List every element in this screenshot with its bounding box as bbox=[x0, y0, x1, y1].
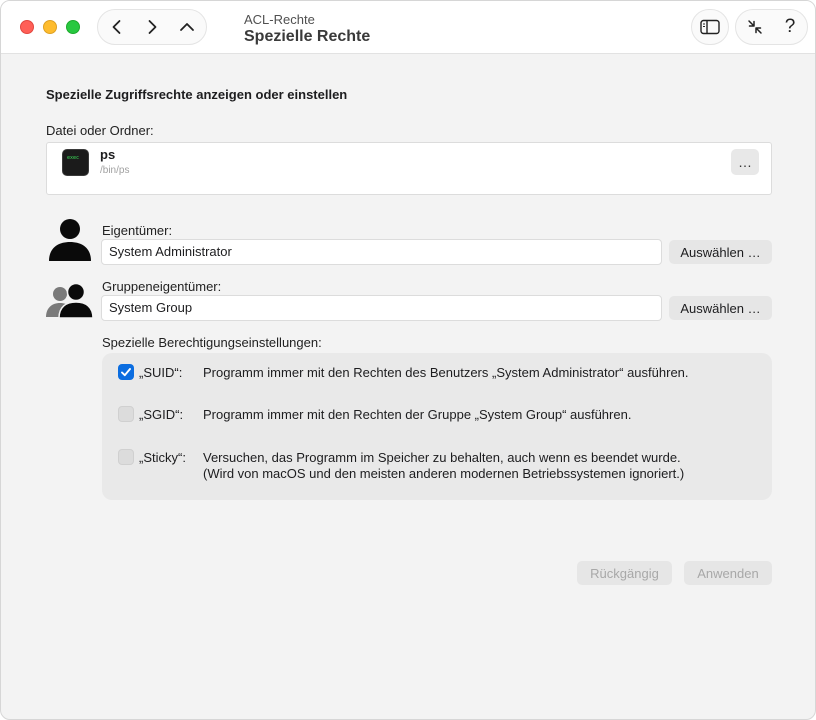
window-title: Spezielle Rechte bbox=[244, 28, 371, 45]
choose-file-button[interactable]: … bbox=[731, 149, 759, 175]
sgid-description: Programm immer mit den Rechten der Grupp… bbox=[203, 407, 632, 422]
apply-button[interactable]: Anwenden bbox=[684, 561, 772, 585]
suid-description: Programm immer mit den Rechten des Benut… bbox=[203, 365, 689, 380]
chevron-right-icon bbox=[148, 20, 157, 34]
back-button[interactable] bbox=[100, 10, 134, 44]
terminal-exec-icon: exec bbox=[62, 149, 89, 176]
group-icon bbox=[46, 283, 94, 319]
window-subtitle: ACL-Rechte bbox=[244, 12, 315, 27]
minimize-window-button[interactable] bbox=[43, 20, 57, 34]
app-window: ACL-Rechte Spezielle Rechte ? Spezielle … bbox=[0, 0, 816, 720]
section-heading: Spezielle Zugriffsrechte anzeigen oder e… bbox=[46, 87, 348, 102]
close-window-button[interactable] bbox=[20, 20, 34, 34]
collapse-arrows-icon bbox=[748, 20, 762, 34]
forward-button[interactable] bbox=[135, 10, 169, 44]
revert-button[interactable]: Rückgängig bbox=[577, 561, 672, 585]
sticky-description: Versuchen, das Programm im Speicher zu b… bbox=[203, 450, 681, 465]
sidebar-icon bbox=[700, 19, 720, 35]
owner-field[interactable]: System Administrator bbox=[101, 239, 662, 265]
select-group-button[interactable]: Auswählen … bbox=[669, 296, 772, 320]
toolbar-group-right: ? bbox=[735, 9, 808, 45]
group-field[interactable]: System Group bbox=[101, 295, 662, 321]
special-permissions-panel: „SUID“: Programm immer mit den Rechten d… bbox=[102, 353, 772, 500]
title-bar: ACL-Rechte Spezielle Rechte ? bbox=[1, 1, 815, 54]
user-icon bbox=[49, 219, 91, 261]
help-button[interactable]: ? bbox=[772, 10, 808, 44]
up-button[interactable] bbox=[170, 10, 204, 44]
sgid-checkbox[interactable] bbox=[118, 406, 134, 422]
select-owner-button[interactable]: Auswählen … bbox=[669, 240, 772, 264]
sidebar-toggle-button[interactable] bbox=[691, 9, 729, 45]
file-box: exec ps /bin/ps … bbox=[46, 142, 772, 195]
navigation-group bbox=[97, 9, 207, 45]
file-icon-text: exec bbox=[67, 155, 80, 161]
suid-checkbox[interactable] bbox=[118, 364, 134, 380]
sticky-description-note: (Wird von macOS und den meisten anderen … bbox=[203, 466, 685, 481]
sticky-label: „Sticky“: bbox=[139, 450, 186, 465]
collapse-button[interactable] bbox=[737, 10, 773, 44]
special-permissions-label: Spezielle Berechtigungseinstellungen: bbox=[102, 335, 322, 350]
owner-label: Eigentümer: bbox=[102, 223, 173, 238]
suid-label: „SUID“: bbox=[139, 365, 183, 380]
chevron-left-icon bbox=[112, 20, 121, 34]
file-label: Datei oder Ordner: bbox=[46, 123, 154, 138]
chevron-up-icon bbox=[180, 23, 194, 31]
file-path: /bin/ps bbox=[100, 165, 130, 176]
group-label: Gruppeneigentümer: bbox=[102, 279, 222, 294]
zoom-window-button[interactable] bbox=[66, 20, 80, 34]
checkmark-icon bbox=[121, 368, 131, 377]
sticky-checkbox[interactable] bbox=[118, 449, 134, 465]
sgid-label: „SGID“: bbox=[139, 407, 184, 422]
file-name: ps bbox=[100, 147, 116, 162]
